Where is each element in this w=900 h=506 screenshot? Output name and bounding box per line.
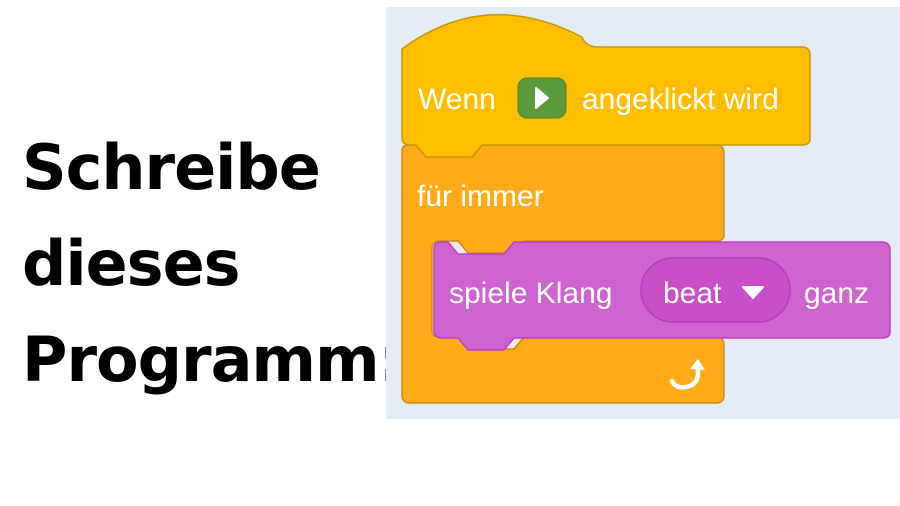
sound-block-suffix: ganz — [804, 277, 869, 310]
code-workspace: für immer spiele Klang beat ganz Wenn an… — [386, 7, 900, 419]
play-sound-until-done-block[interactable]: spiele Klang beat ganz — [433, 241, 891, 351]
instruction-line-1: Schreibe — [22, 131, 321, 204]
script-canvas: für immer spiele Klang beat ganz Wenn an… — [401, 13, 891, 404]
hat-block-suffix: angeklickt wird — [582, 83, 779, 116]
green-flag-button[interactable] — [517, 77, 567, 119]
when-flag-clicked-block[interactable]: Wenn angeklickt wird — [401, 13, 811, 158]
hat-block-label: Wenn — [418, 83, 496, 116]
instruction-line-2: dieses — [22, 227, 241, 300]
sound-block-label: spiele Klang — [449, 277, 612, 310]
sound-dropdown[interactable]: beat — [640, 257, 791, 323]
forever-label: für immer — [417, 180, 544, 213]
sound-dropdown-value: beat — [663, 277, 722, 310]
instruction-line-3: Programm: — [22, 323, 403, 396]
page: Schreibe dieses Programm: für immer spie… — [0, 0, 900, 506]
instruction-heading: Schreibe dieses Programm: — [22, 120, 403, 408]
